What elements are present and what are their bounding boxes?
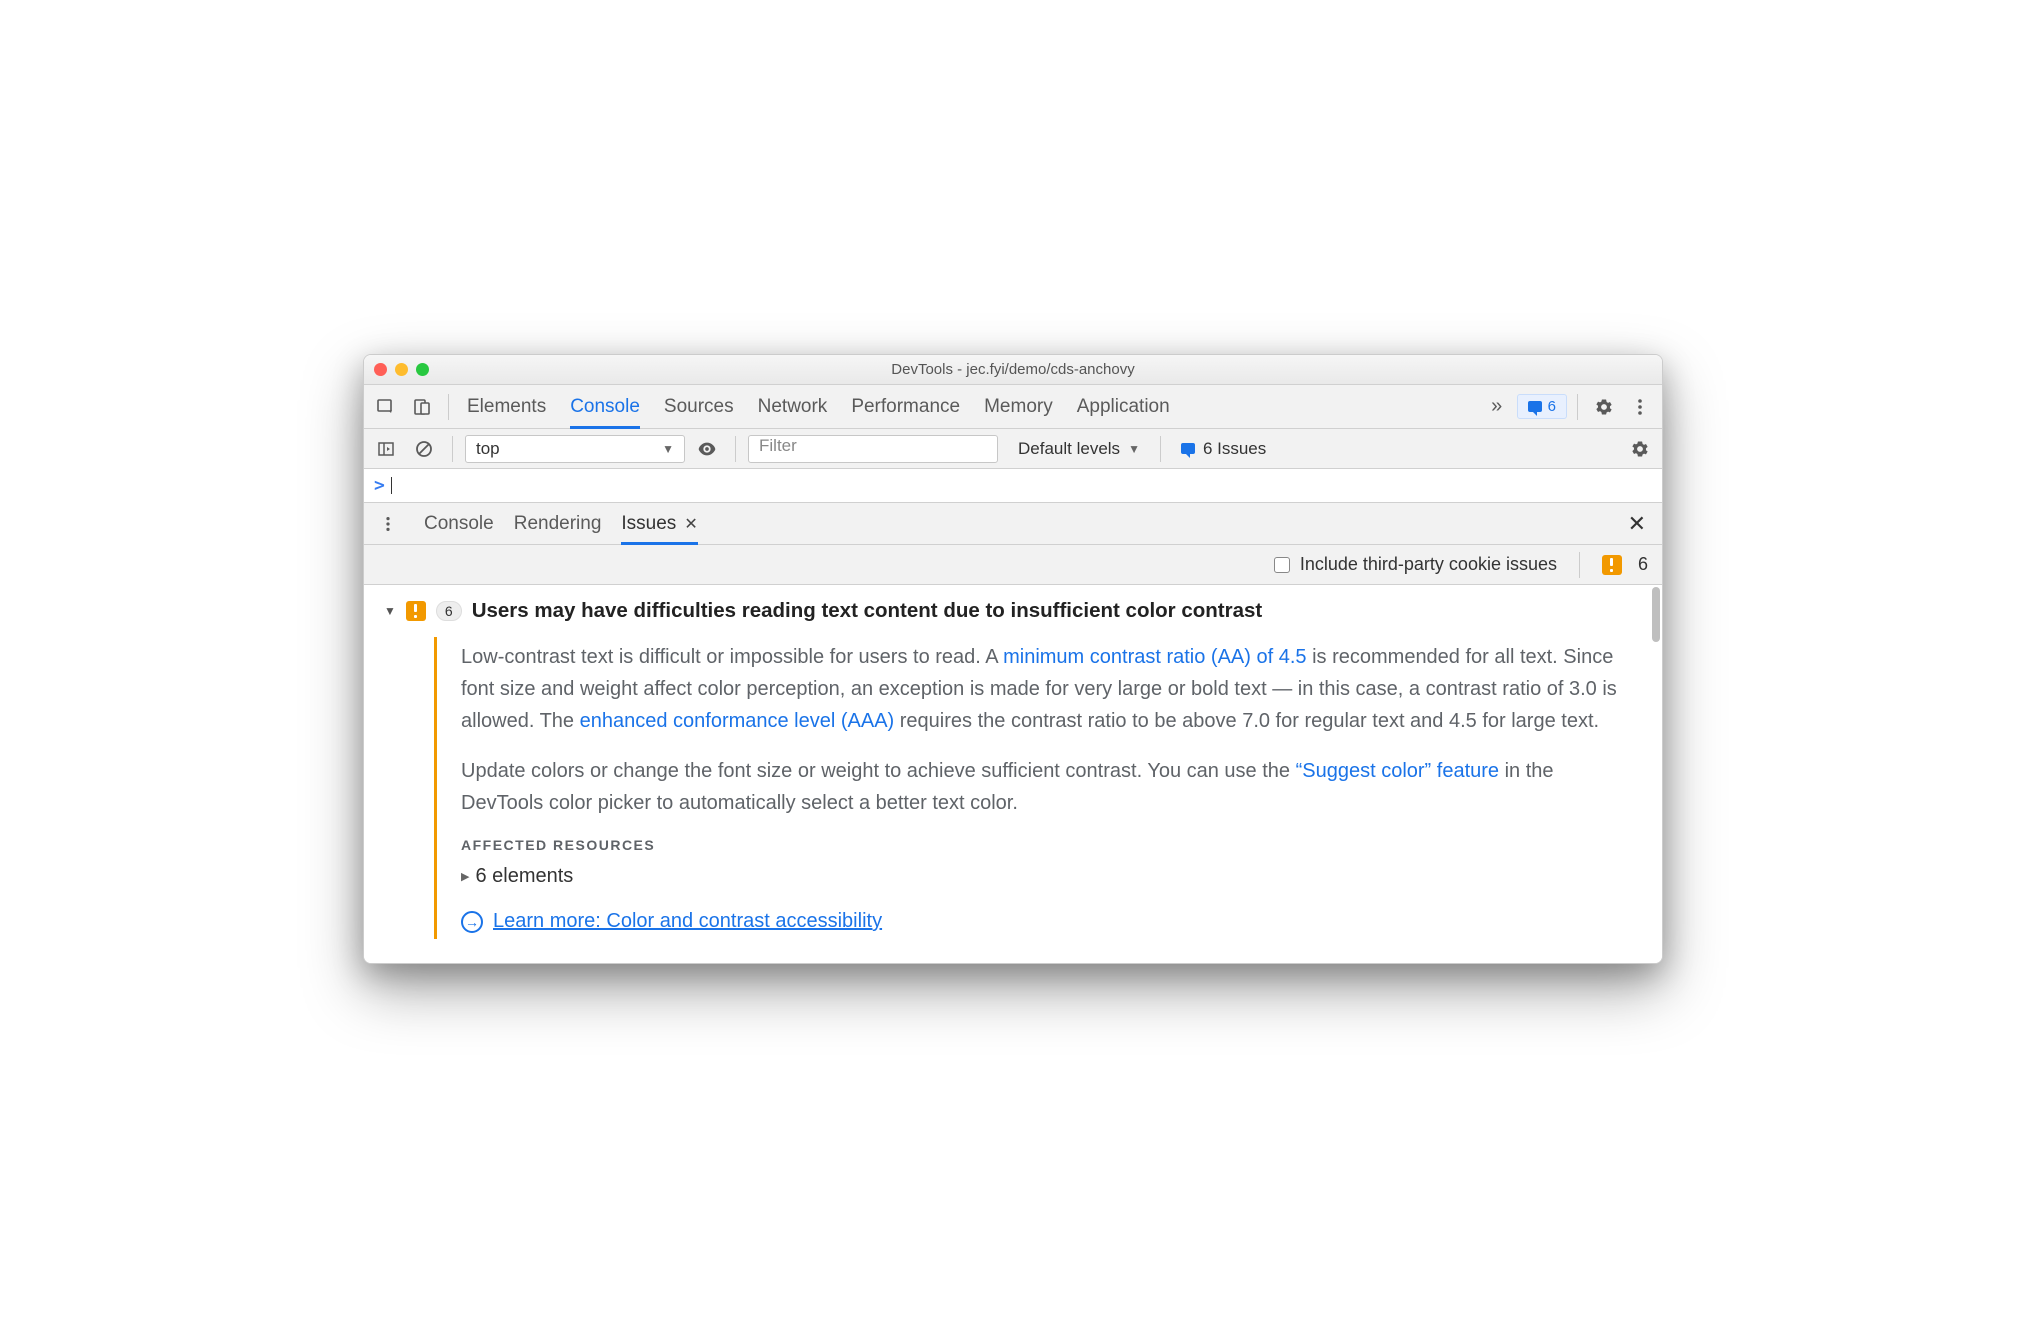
issue-description-2: Update colors or change the font size or… (461, 755, 1630, 819)
issues-badge[interactable]: 6 (1517, 394, 1567, 419)
console-prompt[interactable]: > (364, 469, 1662, 503)
scroll-thumb[interactable] (1652, 587, 1660, 642)
warning-icon (1602, 555, 1622, 575)
clear-console-icon[interactable] (408, 433, 440, 465)
arrow-circle-icon: → (461, 911, 483, 933)
link-contrast-aaa[interactable]: enhanced conformance level (AAA) (580, 710, 895, 732)
issues-bubble-icon (1181, 443, 1195, 454)
issues-badge-count: 6 (1548, 398, 1556, 415)
chevron-down-icon: ▼ (1128, 442, 1140, 456)
chevron-down-icon: ▼ (662, 442, 674, 456)
issue-description-1: Low-contrast text is difficult or imposs… (461, 641, 1630, 737)
issues-total-count: 6 (1638, 554, 1648, 575)
filter-placeholder: Filter (759, 436, 797, 455)
divider (452, 436, 453, 462)
affected-item-label: 6 elements (475, 865, 573, 888)
more-options-icon[interactable] (1624, 391, 1656, 423)
close-window-button[interactable] (374, 363, 387, 376)
disclosure-triangle-icon[interactable]: ▼ (384, 604, 396, 618)
drawer-tab-issues[interactable]: Issues ✕ (621, 503, 697, 544)
tab-application[interactable]: Application (1077, 385, 1170, 428)
learn-more-row: → Learn more: Color and contrast accessi… (461, 910, 1630, 933)
inspect-element-icon[interactable] (370, 391, 402, 423)
main-toolbar: Elements Console Sources Network Perform… (364, 385, 1662, 429)
drawer-more-icon[interactable] (372, 508, 404, 540)
divider (1577, 394, 1578, 420)
main-tabs: Elements Console Sources Network Perform… (459, 385, 1170, 428)
third-party-label: Include third-party cookie issues (1300, 554, 1557, 575)
issues-bubble-icon (1528, 401, 1542, 412)
tab-elements[interactable]: Elements (467, 385, 546, 428)
affected-resources-item[interactable]: ▶ 6 elements (461, 865, 1630, 888)
issues-panel: ▼ 6 Users may have difficulties reading … (364, 585, 1662, 963)
drawer-tab-issues-label: Issues (621, 513, 676, 535)
close-tab-icon[interactable]: ✕ (684, 514, 697, 534)
filter-input[interactable]: Filter (748, 435, 998, 463)
settings-icon[interactable] (1588, 391, 1620, 423)
titlebar: DevTools - jec.fyi/demo/cds-anchovy (364, 355, 1662, 385)
drawer-tab-rendering[interactable]: Rendering (514, 503, 602, 544)
console-issues-label: 6 Issues (1203, 439, 1266, 459)
close-drawer-icon[interactable]: ✕ (1620, 507, 1654, 541)
scrollbar[interactable] (1650, 585, 1660, 963)
prompt-caret-icon: > (374, 475, 385, 496)
tab-console[interactable]: Console (570, 385, 640, 428)
issues-options-bar: Include third-party cookie issues 6 (364, 545, 1662, 585)
link-contrast-aa[interactable]: minimum contrast ratio (AA) of 4.5 (1003, 646, 1306, 668)
tab-performance[interactable]: Performance (851, 385, 960, 428)
learn-more-link[interactable]: Learn more: Color and contrast accessibi… (493, 910, 882, 933)
issue-count-pill: 6 (436, 601, 462, 621)
divider (1579, 552, 1580, 578)
drawer-tabs: Console Rendering Issues ✕ ✕ (364, 503, 1662, 545)
issue-title: Users may have difficulties reading text… (472, 599, 1263, 623)
live-expression-icon[interactable] (691, 433, 723, 465)
tab-memory[interactable]: Memory (984, 385, 1053, 428)
console-settings-icon[interactable] (1624, 433, 1656, 465)
tab-network[interactable]: Network (758, 385, 828, 428)
disclosure-right-icon: ▶ (461, 870, 469, 883)
devtools-window: DevTools - jec.fyi/demo/cds-anchovy Elem… (363, 354, 1663, 964)
console-toolbar: top ▼ Filter Default levels ▼ 6 Issues (364, 429, 1662, 469)
divider (1160, 436, 1161, 462)
issue-header[interactable]: ▼ 6 Users may have difficulties reading … (384, 599, 1640, 623)
more-tabs-icon[interactable]: » (1481, 391, 1513, 423)
link-suggest-color[interactable]: “Suggest color” feature (1296, 760, 1499, 782)
tab-sources[interactable]: Sources (664, 385, 734, 428)
minimize-window-button[interactable] (395, 363, 408, 376)
device-toolbar-icon[interactable] (406, 391, 438, 423)
zoom-window-button[interactable] (416, 363, 429, 376)
log-level-label: Default levels (1018, 439, 1120, 459)
issue-content: Low-contrast text is difficult or imposs… (434, 637, 1640, 939)
divider (735, 436, 736, 462)
log-level-select[interactable]: Default levels ▼ (1018, 439, 1140, 459)
context-value: top (476, 439, 500, 459)
console-issues-link[interactable]: 6 Issues (1181, 439, 1266, 459)
window-controls (374, 363, 429, 376)
checkbox-icon (1274, 557, 1290, 573)
warning-icon (406, 601, 426, 621)
affected-resources-heading: AFFECTED RESOURCES (461, 837, 1630, 853)
drawer-tab-console[interactable]: Console (424, 503, 494, 544)
divider (448, 394, 449, 420)
sidebar-toggle-icon[interactable] (370, 433, 402, 465)
window-title: DevTools - jec.fyi/demo/cds-anchovy (364, 361, 1662, 378)
third-party-checkbox[interactable]: Include third-party cookie issues (1274, 554, 1557, 575)
context-select[interactable]: top ▼ (465, 435, 685, 463)
text-cursor (391, 477, 392, 494)
